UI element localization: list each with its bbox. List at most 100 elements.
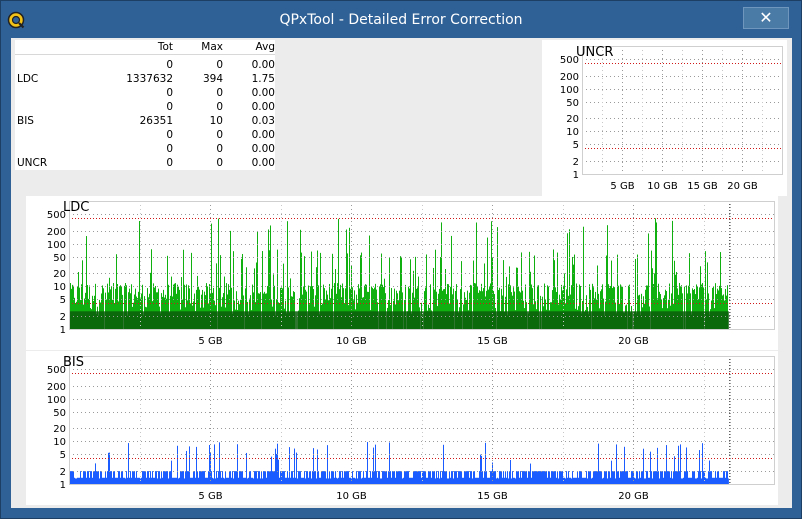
- stats-table: Tot Max Avg 0 0 0.00 LDC 1337632 394 1.7…: [15, 40, 275, 170]
- y-tick-label: 10: [53, 437, 66, 448]
- stats-header-row: Tot Max Avg: [15, 41, 275, 55]
- y-tick-label: 2: [60, 467, 66, 478]
- row-name: UNCR: [17, 157, 48, 169]
- x-tick-label: 20 GB: [727, 181, 758, 192]
- bis-bar: [277, 443, 278, 484]
- bis-bar: [128, 443, 129, 484]
- bis-bar: [209, 444, 210, 484]
- row-max: 0: [216, 101, 223, 113]
- row-max: 0: [216, 129, 223, 141]
- row-name: LDC: [17, 73, 39, 85]
- ldc-chart: 500 200 100 50 20 10 5 2 1 5 GB 10 GB 15 GB 20 GB LD…: [26, 196, 778, 350]
- client-area: Tot Max Avg 0 0 0.00 LDC 1337632 394 1.7…: [11, 38, 792, 508]
- y-tick-label: 200: [560, 72, 579, 83]
- bis-chart: 500 200 100 50 20 10 5 2 1 5 GB 10 GB 15 GB 20 GB BI…: [26, 351, 778, 505]
- stats-row: BIS 26351 10 0.03: [15, 115, 275, 129]
- header-avg: Avg: [255, 41, 275, 53]
- bis-bar: [680, 444, 681, 484]
- y-tick-label: 20: [53, 424, 66, 435]
- x-tick-label: 5 GB: [610, 181, 634, 192]
- y-tick-label: 5: [60, 295, 66, 306]
- bis-bars: [69, 442, 729, 484]
- ldc-base-band: [69, 311, 729, 329]
- bis-bar: [367, 442, 368, 484]
- window: QPxTool - Detailed Error Correction ✕ To…: [0, 0, 802, 519]
- row-name: BIS: [17, 115, 34, 127]
- bis-base-band: [69, 478, 729, 484]
- bis-bar: [375, 444, 376, 484]
- bis-bar: [666, 445, 667, 484]
- y-tick-label: 1: [60, 325, 66, 336]
- y-tick-label: 50: [53, 253, 66, 264]
- y-tick-label: 10: [53, 282, 66, 293]
- y-tick-label: 20: [53, 269, 66, 280]
- row-tot: 0: [166, 101, 173, 113]
- stats-row: LDC 1337632 394 1.75: [15, 73, 275, 87]
- y-tick-label: 5: [573, 140, 579, 151]
- close-button[interactable]: ✕: [743, 7, 789, 29]
- bis-bar: [598, 443, 599, 484]
- bis-bar: [189, 446, 190, 484]
- x-tick-label: 15 GB: [687, 181, 718, 192]
- header-divider: [15, 54, 275, 55]
- bis-bar: [702, 443, 703, 484]
- row-tot: 0: [166, 143, 173, 155]
- y-tick-label: 50: [53, 408, 66, 419]
- row-avg: 0.00: [251, 157, 275, 169]
- stats-row: 0 0 0.00: [15, 129, 275, 143]
- bis-bar: [327, 445, 328, 484]
- uncr-chart-title: UNCR: [576, 45, 614, 60]
- x-tick-label: 10 GB: [336, 336, 367, 347]
- row-tot: 26351: [139, 115, 173, 127]
- bis-chart-title: BIS: [63, 355, 85, 370]
- y-tick-label: 20: [566, 114, 579, 125]
- row-avg: 0.00: [251, 143, 275, 155]
- row-max: 0: [216, 143, 223, 155]
- bis-bar: [485, 442, 486, 484]
- bis-bar: [219, 442, 220, 484]
- row-tot: 0: [166, 87, 173, 99]
- stats-row: UNCR 0 0 0.00: [15, 157, 275, 171]
- header-max: Max: [201, 41, 223, 53]
- y-tick-label: 2: [60, 312, 66, 323]
- y-tick-label: 5: [60, 450, 66, 461]
- row-tot: 0: [166, 59, 173, 71]
- bis-bar: [678, 445, 679, 484]
- row-avg: 0.00: [251, 59, 275, 71]
- x-tick-label: 20 GB: [618, 491, 649, 502]
- y-tick-label: 1: [60, 480, 66, 491]
- x-tick-label: 10 GB: [336, 491, 367, 502]
- uncr-chart-svg: 5002001005020105215 GB 10 GB 15 GB 20 GB: [560, 46, 783, 192]
- x-tick-label: 10 GB: [647, 181, 678, 192]
- ldc-chart-svg: 5002001005020105215 GB 10 GB 15 GB 20 GB: [47, 201, 775, 347]
- row-tot: 1337632: [126, 73, 173, 85]
- bis-bar: [443, 444, 444, 484]
- stats-row: 0 0 0.00: [15, 87, 275, 101]
- header-tot: Tot: [157, 41, 173, 53]
- row-avg: 0.00: [251, 129, 275, 141]
- y-tick-label: 10: [566, 127, 579, 138]
- bis-bar: [624, 446, 625, 484]
- y-tick-label: 2: [573, 157, 579, 168]
- y-tick-label: 200: [47, 382, 66, 393]
- stats-row: 0 0 0.00: [15, 101, 275, 115]
- ldc-chart-title: LDC: [63, 200, 90, 215]
- row-max: 0: [216, 59, 223, 71]
- row-avg: 0.00: [251, 101, 275, 113]
- y-tick-label: 50: [566, 98, 579, 109]
- window-title: QPxTool - Detailed Error Correction: [279, 12, 523, 28]
- x-tick-label: 5 GB: [198, 491, 222, 502]
- bis-bar: [616, 444, 617, 484]
- row-max: 10: [209, 115, 223, 127]
- bis-bar: [237, 444, 238, 484]
- y-tick-label: 1: [573, 170, 579, 181]
- title-bar[interactable]: QPxTool - Detailed Error Correction ✕: [1, 1, 801, 39]
- y-tick-label: 100: [560, 85, 579, 96]
- bis-bar: [214, 444, 215, 484]
- row-avg: 1.75: [251, 73, 275, 85]
- row-max: 0: [216, 157, 223, 169]
- row-max: 0: [216, 87, 223, 99]
- uncr-chart: 500 200 100 50 20 10 5 2 1 5 GB 10 GB 15 GB 20 GB UN…: [542, 40, 787, 196]
- row-avg: 0.00: [251, 87, 275, 99]
- bis-chart-svg: 5002001005020105215 GB 10 GB 15 GB 20 GB: [47, 356, 775, 502]
